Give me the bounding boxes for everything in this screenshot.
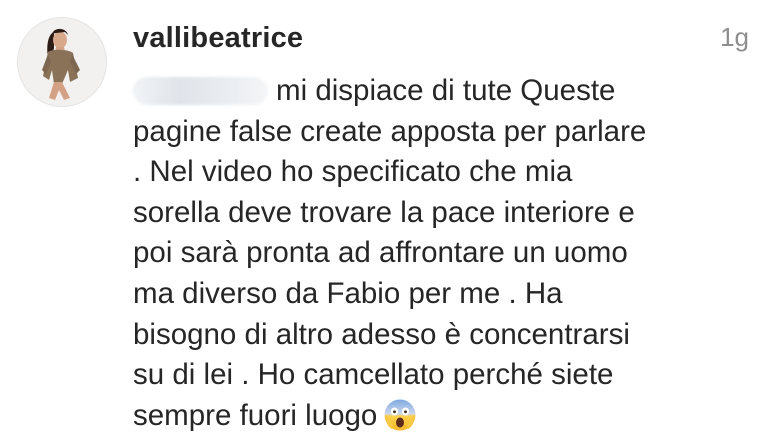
face-screaming-in-fear-emoji-icon	[383, 398, 417, 432]
comment-line-2: pagine false create apposta per parlare	[133, 114, 647, 148]
comment-text: mi dispiace di tute Queste pagine false …	[133, 71, 748, 436]
comment-timestamp: 1g	[720, 22, 749, 52]
blurred-mention[interactable]	[133, 77, 268, 105]
comment-username[interactable]: vallibeatrice	[133, 18, 303, 58]
comment-line-7: bisogno di altro adesso è concentrarsi	[133, 317, 630, 351]
comment-line-5: poi sarà pronta ad affrontare un uomo	[133, 236, 628, 270]
avatar[interactable]	[17, 17, 107, 107]
comment-line-1: mi dispiace di tute Queste	[133, 71, 748, 112]
comment-line-9-text: sempre fuori luogo	[133, 398, 378, 432]
comment-line-4: sorella deve trovare la pace interiore e	[133, 195, 635, 229]
comment-line-1-text: mi dispiace di tute Queste	[276, 74, 616, 107]
comment: vallibeatrice 1g mi dispiace di tute Que…	[0, 0, 767, 436]
comment-line-3: . Nel video ho specificato che mia	[133, 155, 573, 189]
avatar-photo	[18, 18, 106, 106]
comment-line-9: sempre fuori luogo	[133, 396, 748, 436]
comment-line-8: su di lei . Ho camcellato perché siete	[133, 358, 614, 392]
comment-line-6: ma diverso da Fabio per me . Ha	[133, 276, 563, 310]
